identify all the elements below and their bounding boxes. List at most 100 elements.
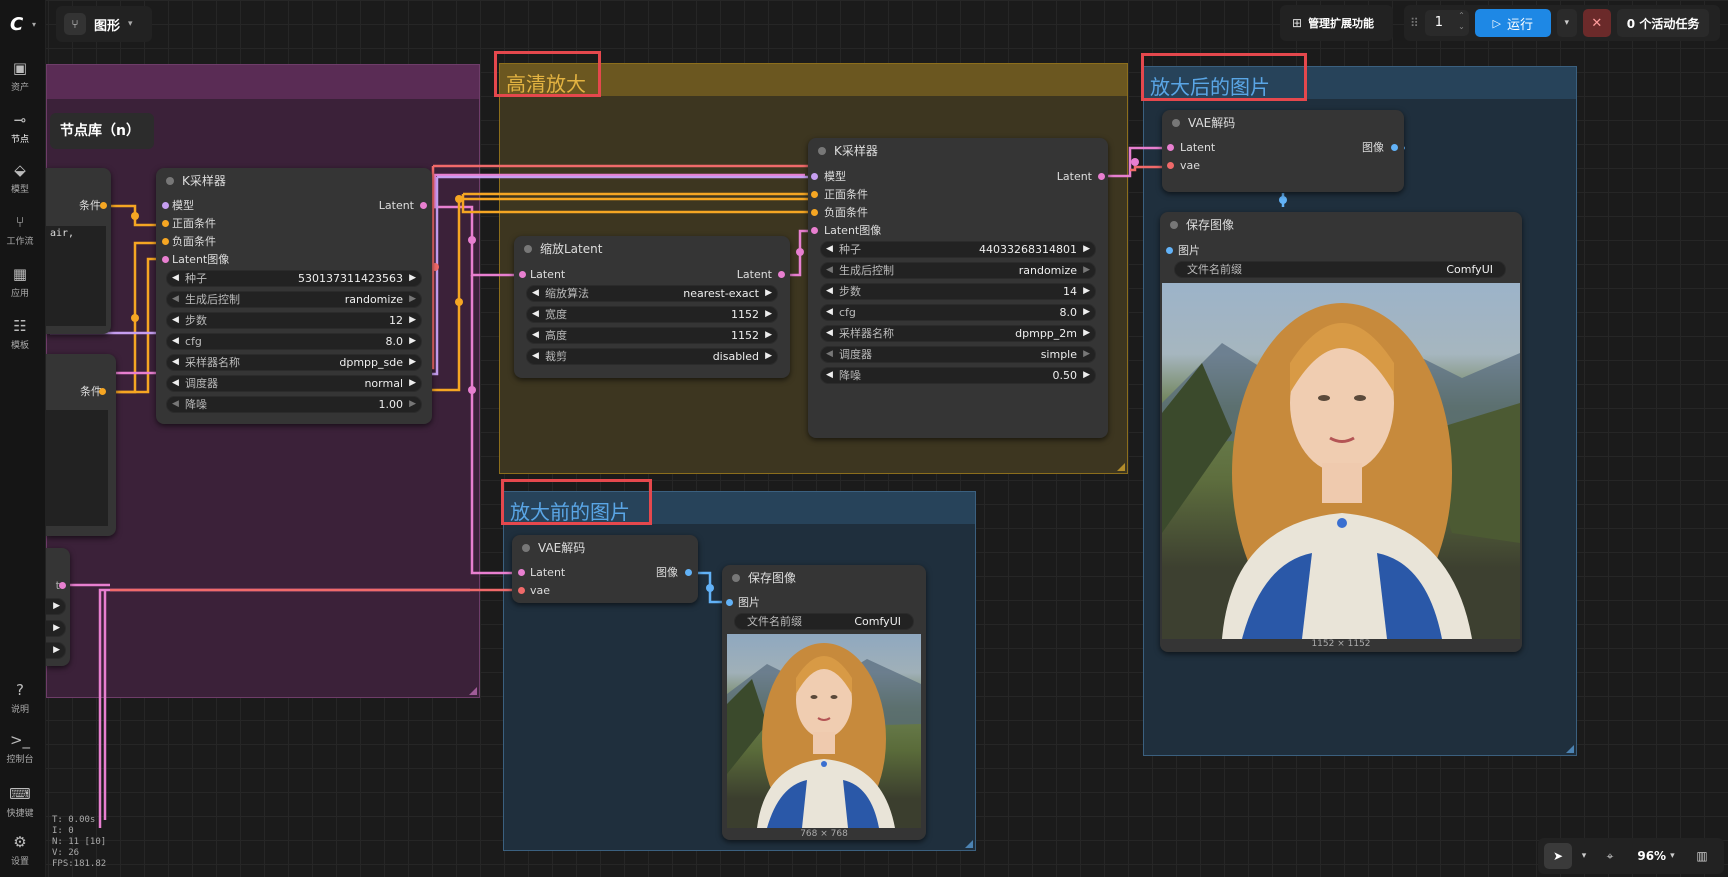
scheduler-widget[interactable]: ◀ 调度器 simple ▶ [820, 346, 1096, 363]
seed-widget[interactable]: ◀ 种子 44033268314801 ▶ [820, 241, 1096, 258]
gear-icon: ⚙ [13, 833, 27, 851]
sampler-name-widget[interactable]: ◀ 采样器名称 dpmpp_2m ▶ [820, 325, 1096, 342]
sidebar-item-templates[interactable]: ☷ 模板 [0, 316, 40, 351]
drag-handle-icon[interactable]: ⠿ [1410, 16, 1419, 30]
run-button[interactable]: ▷ 运行 [1474, 9, 1551, 37]
sidebar-item-apps[interactable]: ▦ 应用 [0, 264, 40, 299]
stepper-up-icon[interactable]: ⌃ [1458, 11, 1465, 20]
scheduler-widget[interactable]: ◀ 调度器 normal ▶ [166, 375, 422, 392]
cfg-widget[interactable]: ◀ cfg 8.0 ▶ [820, 304, 1096, 321]
output-dot-latent[interactable] [778, 271, 785, 278]
prompt-textarea[interactable]: air, [46, 226, 106, 326]
ksampler-node-1[interactable]: K采样器 模型 正面条件 负面条件 Latent图像 Latent ◀ 种子 530… [156, 168, 432, 424]
input-dot-latent[interactable] [518, 569, 525, 576]
sidebar-item-settings[interactable]: ⚙ 设置 [0, 832, 40, 867]
filename-prefix-widget[interactable]: 文件名前缀 ComfyUI [734, 613, 914, 630]
input-dot-model[interactable] [162, 202, 169, 209]
comfy-logo[interactable]: C [10, 14, 23, 35]
node-title[interactable]: K采样器 [156, 168, 432, 194]
select-mode-button[interactable]: ➤ [1544, 843, 1572, 869]
mode-dropdown-button[interactable]: ▾ [1576, 843, 1592, 869]
stepper-down-icon[interactable]: ⌄ [1458, 22, 1465, 31]
seed-widget[interactable]: ◀ 种子 530137311423563 ▶ [166, 270, 422, 287]
input-dot-negative[interactable] [162, 238, 169, 245]
clip-text-node-positive[interactable]: 条件 air, [46, 168, 111, 334]
output-image-preview[interactable] [1162, 283, 1520, 639]
denoise-widget[interactable]: ◀ 降噪 1.00 ▶ [166, 396, 422, 413]
control-after-generate-widget[interactable]: ◀ 生成后控制 randomize ▶ [820, 262, 1096, 279]
sampler-name-widget[interactable]: ◀ 采样器名称 dpmpp_sde ▶ [166, 354, 422, 371]
sidebar-item-models[interactable]: ⬙ 模型 [0, 160, 40, 195]
resize-handle[interactable] [469, 687, 477, 695]
chevron-down-icon[interactable]: ▾ [32, 20, 36, 29]
save-image-node-before[interactable]: 保存图像 图片 文件名前缀 ComfyUI 768 × 768 [722, 565, 926, 840]
output-dot-image[interactable] [1391, 144, 1398, 151]
conditioning-output-dot[interactable] [99, 388, 106, 395]
run-options-button[interactable]: ▾ [1556, 9, 1577, 37]
resize-handle[interactable] [1566, 745, 1574, 753]
conditioning-output-dot[interactable] [100, 202, 107, 209]
output-image-preview[interactable] [727, 634, 921, 828]
zoom-control[interactable]: 96% ▾ [1628, 843, 1684, 869]
sidebar-item-console[interactable]: >_ 控制台 [0, 730, 40, 765]
input-dot-image[interactable] [726, 599, 733, 606]
input-dot-positive[interactable] [162, 220, 169, 227]
output-dot-latent[interactable] [1098, 173, 1105, 180]
clip-text-node-negative[interactable]: 条件 [46, 354, 116, 536]
node-title[interactable]: 保存图像 [722, 565, 926, 591]
node-title[interactable]: 缩放Latent [514, 236, 790, 262]
upscale-method-widget[interactable]: ◀ 缩放算法 nearest-exact ▶ [526, 285, 778, 302]
sidebar-item-assets[interactable]: ▣ 资产 [0, 58, 40, 93]
output-slot-image: 图像 [1362, 141, 1384, 154]
cancel-run-button[interactable]: ✕ [1582, 9, 1611, 37]
sidebar-item-workflows[interactable]: ⑂ 工作流 [0, 212, 40, 247]
resize-handle[interactable] [1117, 463, 1125, 471]
input-dot-latent[interactable] [519, 271, 526, 278]
resize-handle[interactable] [965, 840, 973, 848]
app-icon: ▦ [12, 265, 28, 283]
input-dot-image[interactable] [1166, 247, 1173, 254]
control-after-generate-widget[interactable]: ◀ 生成后控制 randomize ▶ [166, 291, 422, 308]
latent-upscale-node[interactable]: 缩放Latent Latent Latent ◀ 缩放算法 nearest-exac… [514, 236, 790, 378]
graph-switcher[interactable]: ⑂ 图形 ▾ [56, 6, 152, 42]
output-dot-image[interactable] [685, 569, 692, 576]
active-tasks-button[interactable]: 0 个活动任务 [1616, 9, 1710, 37]
run-count-input[interactable]: 1 ⌃ ⌄ [1424, 10, 1469, 36]
steps-widget[interactable]: ◀ 步数 14 ▶ [820, 283, 1096, 300]
portrait-image [1162, 303, 1520, 639]
node-title[interactable]: VAE解码 [1162, 110, 1404, 136]
input-dot-vae[interactable] [518, 587, 525, 594]
input-dot-latent[interactable] [1167, 144, 1174, 151]
node-title[interactable]: VAE解码 [512, 535, 698, 561]
input-dot-model[interactable] [811, 173, 818, 180]
height-widget[interactable]: ◀ 高度 1152 ▶ [526, 327, 778, 344]
cfg-widget[interactable]: ◀ cfg 8.0 ▶ [166, 333, 422, 350]
input-dot-vae[interactable] [1167, 162, 1174, 169]
fit-view-button[interactable]: ⌖ [1596, 843, 1624, 869]
input-dot-latent[interactable] [811, 227, 818, 234]
latent-output-dot[interactable] [59, 582, 66, 589]
denoise-widget[interactable]: ◀ 降噪 0.50 ▶ [820, 367, 1096, 384]
latent-image-node[interactable]: t ▶ ▶ ▶ [36, 548, 70, 666]
sidebar-item-help[interactable]: ? 说明 [0, 680, 40, 715]
steps-widget[interactable]: ◀ 步数 12 ▶ [166, 312, 422, 329]
vae-decode-node-after[interactable]: VAE解码 Latent vae 图像 [1162, 110, 1404, 192]
input-dot-latent[interactable] [162, 256, 169, 263]
prompt-textarea[interactable] [46, 410, 108, 526]
input-dot-negative[interactable] [811, 209, 818, 216]
filename-prefix-widget[interactable]: 文件名前缀 ComfyUI [1174, 261, 1506, 278]
node-title[interactable]: 保存图像 [1160, 212, 1522, 238]
output-dot-latent[interactable] [420, 202, 427, 209]
node-title[interactable]: K采样器 [808, 138, 1108, 164]
sidebar-item-nodes[interactable]: ⊸ 节点 [0, 110, 40, 145]
width-widget[interactable]: ◀ 宽度 1152 ▶ [526, 306, 778, 323]
ksampler-node-2[interactable]: K采样器 模型 正面条件 负面条件 Latent图像 Latent ◀ 种子 440… [808, 138, 1108, 438]
vae-decode-node-before[interactable]: VAE解码 Latent vae 图像 [512, 535, 698, 603]
output-slot-conditioning[interactable]: 条件 [79, 198, 101, 214]
manage-extensions-button[interactable]: ⊞ 管理扩展功能 [1280, 5, 1393, 41]
minimap-button[interactable]: ▥ [1688, 843, 1716, 869]
sidebar-item-shortcuts[interactable]: ⌨ 快捷键 [0, 784, 40, 819]
input-dot-positive[interactable] [811, 191, 818, 198]
save-image-node-after[interactable]: 保存图像 图片 文件名前缀 ComfyUI 1152 × 1152 [1160, 212, 1522, 652]
crop-widget[interactable]: ◀ 裁剪 disabled ▶ [526, 348, 778, 365]
